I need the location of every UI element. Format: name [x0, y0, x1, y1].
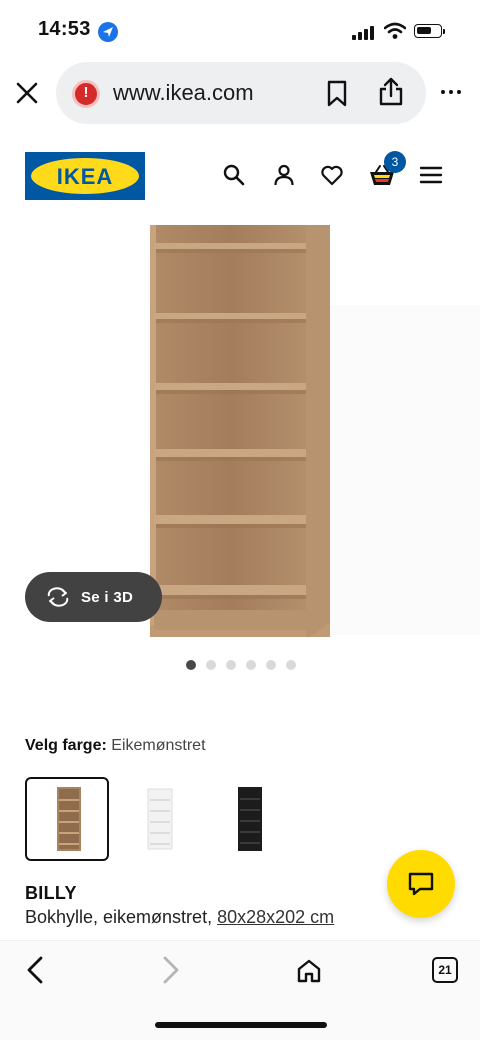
pagination-dot[interactable] — [286, 660, 296, 670]
selected-color-value: Eikemønstret — [111, 737, 206, 754]
product-description-text: Bokhylle, eikemønstret, — [25, 907, 218, 927]
product-description: Bokhylle, eikemønstret, 80x28x202 cm — [25, 907, 334, 928]
pagination-dot[interactable] — [266, 660, 276, 670]
cart-count-badge: 3 — [384, 151, 406, 173]
color-swatch-black[interactable] — [208, 777, 292, 861]
home-icon[interactable] — [296, 958, 322, 989]
more-options-icon[interactable] — [441, 90, 461, 94]
status-time: 14:53 — [38, 18, 91, 40]
image-pagination-dots[interactable] — [186, 660, 296, 670]
bookmark-icon[interactable] — [326, 80, 348, 113]
url-text[interactable]: www.ikea.com — [113, 80, 254, 106]
forward-icon[interactable] — [160, 956, 182, 989]
close-icon[interactable] — [14, 80, 40, 106]
back-icon[interactable] — [24, 956, 46, 989]
product-name: BILLY — [25, 883, 77, 903]
color-swatch-oak[interactable] — [25, 777, 109, 861]
tabs-count-button[interactable]: 21 — [432, 957, 458, 983]
image-background — [330, 305, 480, 635]
search-icon[interactable] — [222, 163, 246, 187]
pagination-dot[interactable] — [246, 660, 256, 670]
product-dimensions-link[interactable]: 80x28x202 cm — [217, 907, 334, 927]
pagination-dot[interactable] — [226, 660, 236, 670]
wifi-icon — [383, 22, 407, 45]
color-label: Velg farge: — [25, 737, 107, 754]
color-selector-label: Velg farge: Eikemønstret — [25, 737, 206, 755]
battery-icon — [414, 24, 445, 38]
home-indicator — [155, 1022, 327, 1028]
chat-button[interactable] — [387, 850, 455, 918]
menu-icon[interactable] — [419, 163, 443, 187]
view-in-3d-button[interactable]: Se i 3D — [25, 572, 162, 622]
color-swatch-white[interactable] — [118, 777, 202, 861]
rotate-3d-icon — [47, 587, 69, 607]
pagination-dot[interactable] — [186, 660, 196, 670]
security-warning-icon[interactable] — [72, 80, 100, 108]
pagination-dot[interactable] — [206, 660, 216, 670]
heart-icon[interactable] — [320, 163, 344, 187]
chat-icon — [408, 872, 434, 896]
product-image-bookcase[interactable] — [150, 225, 330, 637]
location-arrow-icon — [98, 22, 118, 42]
ikea-logo[interactable]: IKEA — [25, 152, 145, 200]
cellular-signal-icon — [352, 26, 374, 40]
user-icon[interactable] — [272, 163, 296, 187]
share-icon[interactable] — [378, 77, 404, 112]
view-in-3d-label: Se i 3D — [81, 588, 134, 606]
